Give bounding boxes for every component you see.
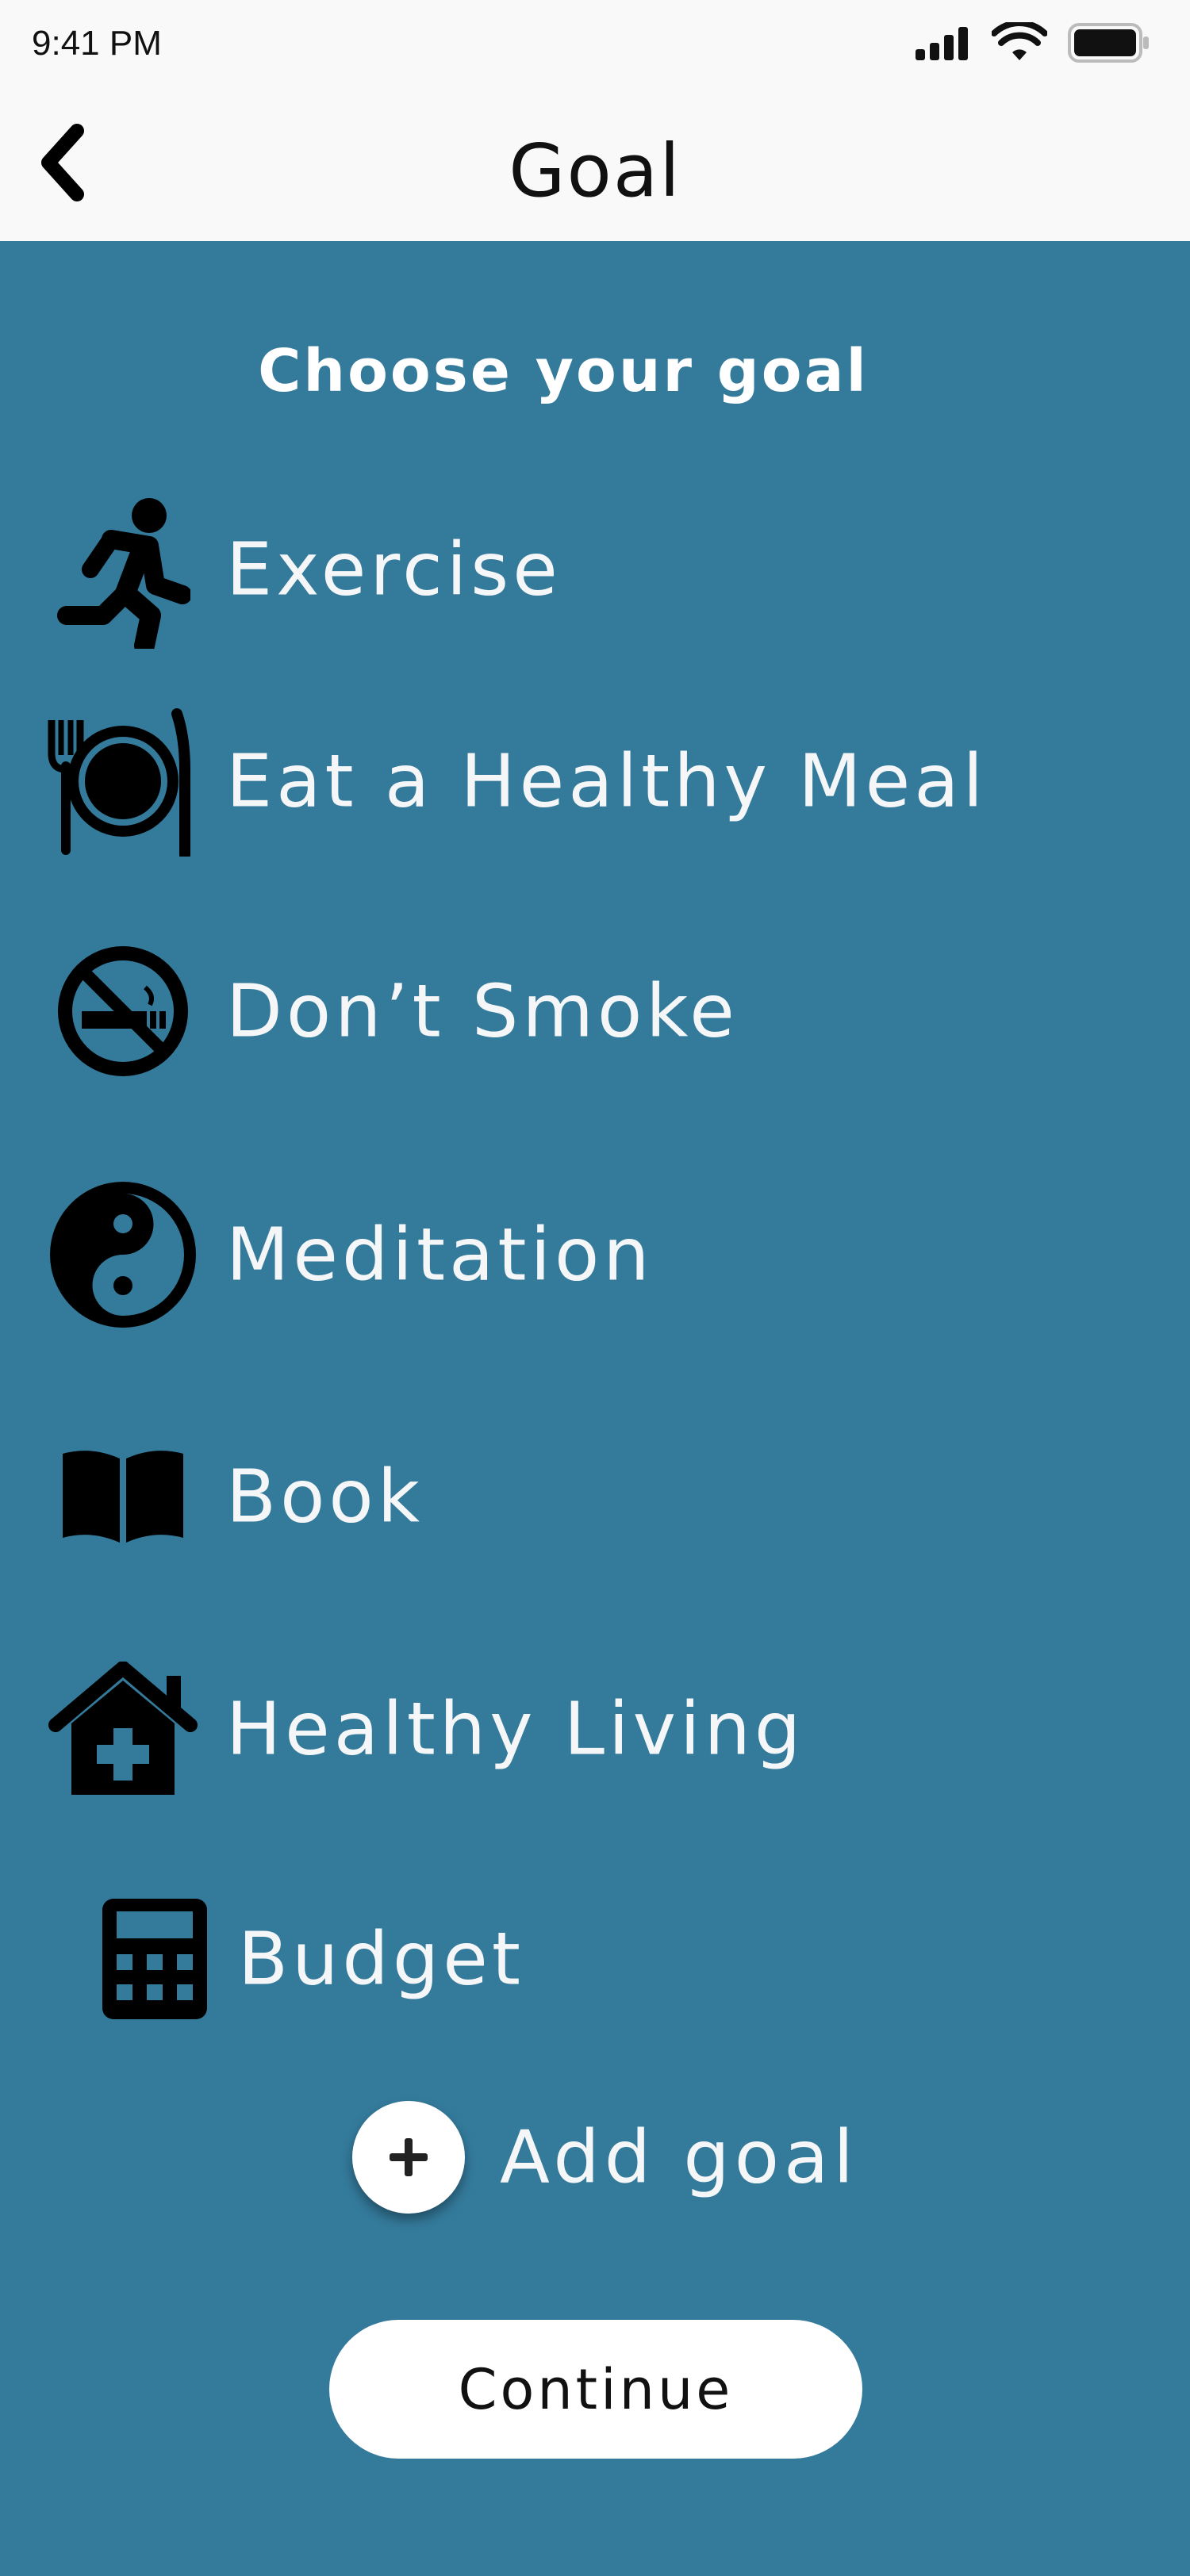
open-book-icon xyxy=(44,1417,202,1576)
add-goal-label: Add goal xyxy=(500,2114,858,2200)
wifi-icon xyxy=(992,22,1047,60)
status-time: 9:41 PM xyxy=(32,24,162,63)
no-smoking-icon xyxy=(44,932,202,1091)
signal-icon xyxy=(916,27,968,60)
goal-label: Eat a Healthy Meal xyxy=(226,738,988,824)
status-bar: 9:41 PM xyxy=(0,0,1190,87)
status-icons xyxy=(916,22,1150,63)
goal-label: Don’t Smoke xyxy=(226,968,739,1054)
goal-item-healthy-meal[interactable]: Eat a Healthy Meal xyxy=(44,702,1115,861)
add-circle[interactable] xyxy=(352,2101,465,2214)
goal-item-healthy-living[interactable]: Healthy Living xyxy=(44,1650,1115,1808)
running-icon xyxy=(44,490,202,649)
add-goal-button[interactable]: Add goal xyxy=(349,2098,873,2217)
goal-item-meditation[interactable]: Meditation xyxy=(44,1175,1115,1334)
section-heading: Choose your goal xyxy=(258,337,869,405)
plus-icon xyxy=(390,2138,428,2176)
goal-item-book[interactable]: Book xyxy=(44,1417,1115,1576)
yin-yang-icon xyxy=(44,1175,202,1334)
goal-item-exercise[interactable]: Exercise xyxy=(44,490,1115,649)
goal-label: Exercise xyxy=(226,527,562,612)
utensils-plate-icon xyxy=(44,702,202,861)
page-title: Goal xyxy=(509,128,681,213)
goal-item-dont-smoke[interactable]: Don’t Smoke xyxy=(44,932,1115,1091)
battery-icon xyxy=(1068,23,1149,63)
calculator-icon xyxy=(75,1880,234,2038)
continue-button[interactable]: Continue xyxy=(329,2320,862,2459)
goal-label: Healthy Living xyxy=(226,1686,805,1772)
nav-bar: Goal xyxy=(0,87,1190,241)
goal-label: Meditation xyxy=(226,1212,654,1298)
goal-item-budget[interactable]: Budget xyxy=(44,1880,1115,2038)
clinic-house-icon xyxy=(44,1650,202,1808)
goal-label: Budget xyxy=(238,1916,524,2002)
goal-label: Book xyxy=(226,1454,424,1539)
